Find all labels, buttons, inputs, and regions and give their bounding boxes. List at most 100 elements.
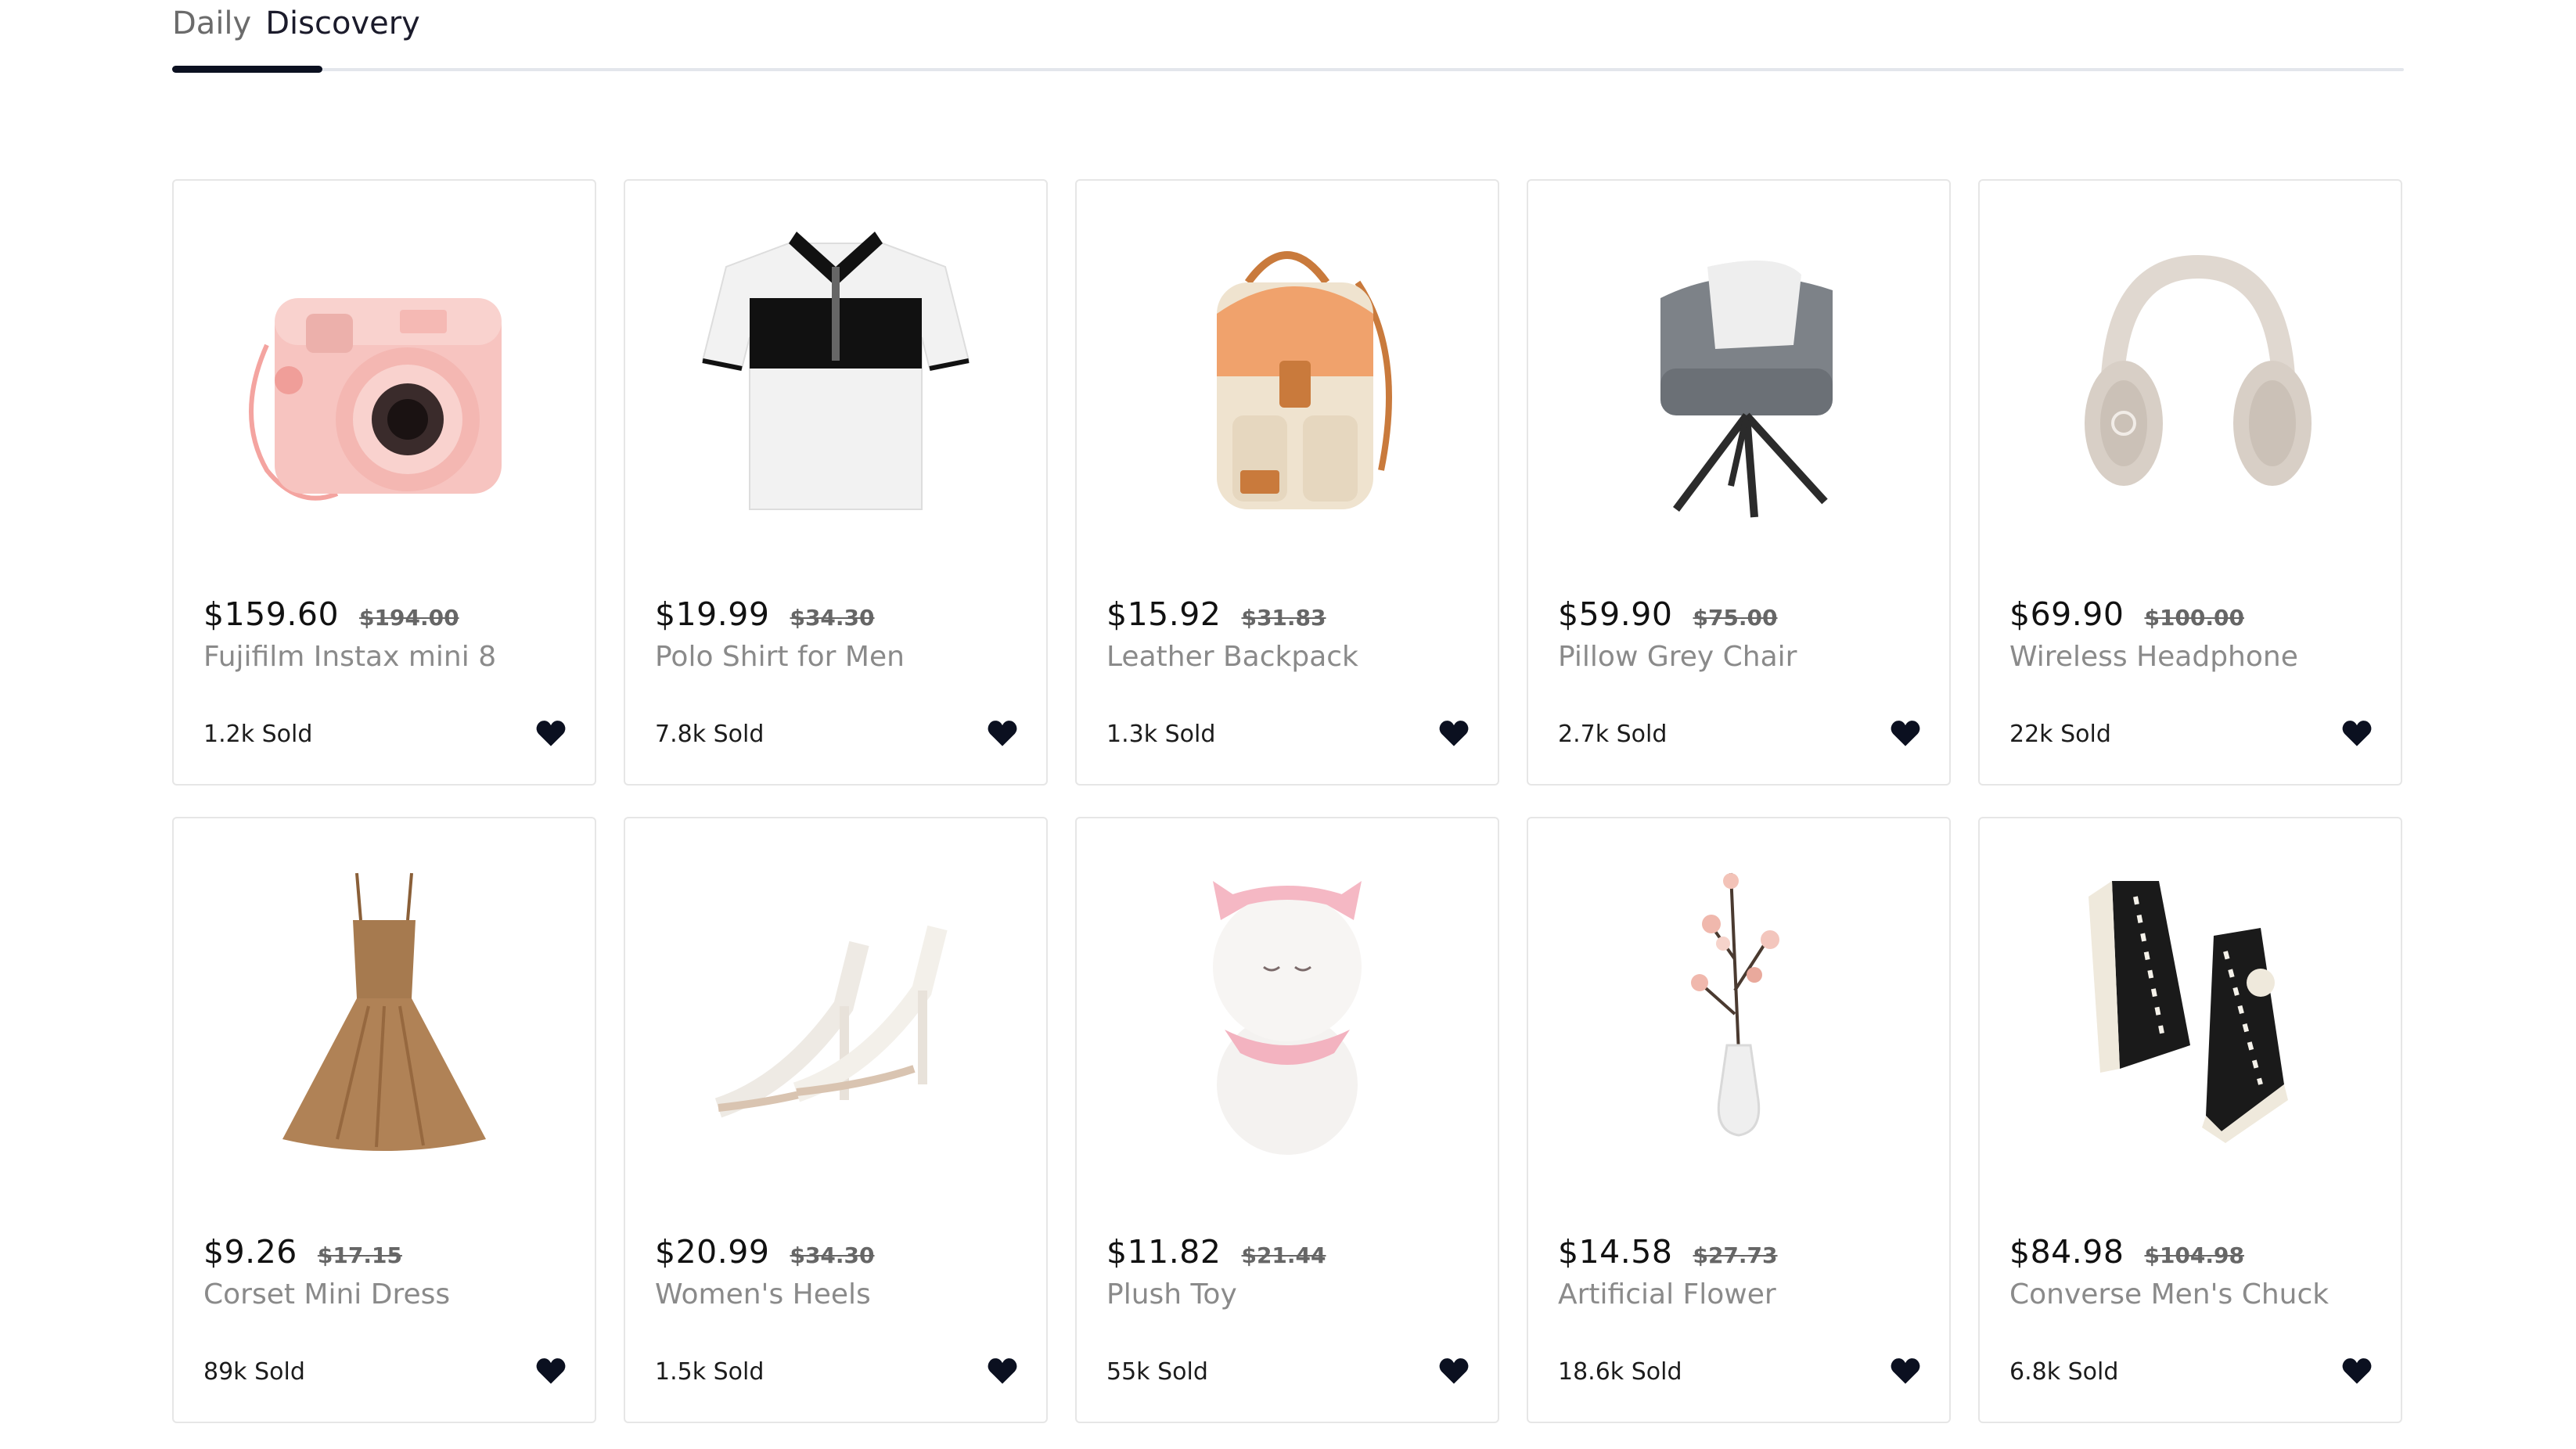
product-name[interactable]: Corset Mini Dress <box>203 1278 450 1311</box>
product-sold-count: 1.3k Sold <box>1106 721 1216 748</box>
product-price: $19.99 <box>655 595 770 633</box>
heart-icon <box>988 721 1017 746</box>
section-title-part1: Daily <box>172 5 252 41</box>
product-card[interactable]: $11.82 $21.44 Plush Toy 55k Sold <box>1075 817 1499 1423</box>
product-sold-count: 55k Sold <box>1106 1358 1208 1386</box>
price-row: $9.26 $17.15 <box>203 1233 402 1271</box>
product-price: $69.90 <box>2009 595 2124 633</box>
section-title-part2: Discovery <box>265 5 420 41</box>
product-sold-count: 6.8k Sold <box>2009 1358 2119 1386</box>
product-grid: $159.60 $194.00 Fujifilm Instax mini 8 1… <box>172 179 2404 1423</box>
product-old-price: $27.73 <box>1693 1242 1778 1268</box>
product-card[interactable]: $19.99 $34.30 Polo Shirt for Men 7.8k So… <box>624 179 1048 786</box>
product-name[interactable]: Fujifilm Instax mini 8 <box>203 641 496 673</box>
polo-shirt-image <box>701 232 970 510</box>
product-name[interactable]: Women's Heels <box>655 1278 871 1311</box>
product-price: $9.26 <box>203 1233 297 1271</box>
product-price: $20.99 <box>655 1233 770 1271</box>
product-old-price: $17.15 <box>317 1242 402 1268</box>
product-name[interactable]: Artificial Flower <box>1558 1278 1776 1311</box>
product-price: $14.58 <box>1558 1233 1673 1271</box>
section-underline-track <box>172 68 2404 71</box>
product-image[interactable] <box>1077 212 1498 525</box>
product-name[interactable]: Polo Shirt for Men <box>655 641 905 673</box>
product-sold-count: 18.6k Sold <box>1558 1358 1682 1386</box>
product-sold-count: 22k Sold <box>2009 721 2111 748</box>
flower-vase-image <box>1691 872 1779 1137</box>
price-row: $159.60 $194.00 <box>203 595 459 633</box>
heels-image <box>714 925 948 1118</box>
heart-icon <box>1891 1358 1920 1384</box>
product-old-price: $34.30 <box>790 1242 875 1268</box>
product-image[interactable] <box>1528 212 1949 525</box>
product-image[interactable] <box>174 212 595 525</box>
headphone-image <box>2085 254 2312 486</box>
product-sold-count: 1.2k Sold <box>203 721 313 748</box>
price-row: $19.99 $34.30 <box>655 595 875 633</box>
product-price: $84.98 <box>2009 1233 2124 1271</box>
product-price: $159.60 <box>203 595 340 633</box>
product-card[interactable]: $59.90 $75.00 Pillow Grey Chair 2.7k Sol… <box>1527 179 1951 786</box>
favorite-heart-button[interactable] <box>1438 717 1470 749</box>
product-card[interactable]: $14.58 $27.73 Artificial Flower 18.6k So… <box>1527 817 1951 1423</box>
product-image[interactable] <box>174 850 595 1163</box>
product-price: $15.92 <box>1106 595 1221 633</box>
dress-image <box>282 872 486 1151</box>
product-name[interactable]: Leather Backpack <box>1106 641 1358 673</box>
product-name[interactable]: Plush Toy <box>1106 1278 1237 1311</box>
product-image[interactable] <box>1077 850 1498 1163</box>
price-row: $59.90 $75.00 <box>1558 595 1778 633</box>
price-row: $84.98 $104.98 <box>2009 1233 2244 1271</box>
section-title: Daily Discovery <box>172 0 420 47</box>
chair-image <box>1660 261 1833 518</box>
product-name[interactable]: Wireless Headphone <box>2009 641 2298 673</box>
product-name[interactable]: Pillow Grey Chair <box>1558 641 1797 673</box>
favorite-heart-button[interactable] <box>1438 1355 1470 1386</box>
favorite-heart-button[interactable] <box>987 717 1018 749</box>
product-image[interactable] <box>1980 212 2401 525</box>
price-row: $69.90 $100.00 <box>2009 595 2244 633</box>
favorite-heart-button[interactable] <box>2341 1355 2373 1386</box>
product-price: $11.82 <box>1106 1233 1221 1271</box>
favorite-heart-button[interactable] <box>1890 1355 1921 1386</box>
product-sold-count: 89k Sold <box>203 1358 305 1386</box>
favorite-heart-button[interactable] <box>535 717 567 749</box>
heart-icon <box>1439 1358 1469 1384</box>
price-row: $15.92 $31.83 <box>1106 595 1326 633</box>
product-card[interactable]: $159.60 $194.00 Fujifilm Instax mini 8 1… <box>172 179 596 786</box>
product-sold-count: 2.7k Sold <box>1558 721 1668 748</box>
heart-icon <box>2342 721 2372 746</box>
product-old-price: $75.00 <box>1693 605 1778 631</box>
product-old-price: $21.44 <box>1241 1242 1326 1268</box>
price-row: $14.58 $27.73 <box>1558 1233 1778 1271</box>
product-price: $59.90 <box>1558 595 1673 633</box>
product-card[interactable]: $15.92 $31.83 Leather Backpack 1.3k Sold <box>1075 179 1499 786</box>
product-old-price: $194.00 <box>359 605 459 631</box>
heart-icon <box>988 1358 1017 1384</box>
product-image[interactable] <box>1528 850 1949 1163</box>
product-old-price: $100.00 <box>2144 605 2244 631</box>
product-image[interactable] <box>625 850 1046 1163</box>
product-card[interactable]: $20.99 $34.30 Women's Heels 1.5k Sold <box>624 817 1048 1423</box>
heart-icon <box>1891 721 1920 746</box>
heart-icon <box>2342 1358 2372 1384</box>
plush-toy-image <box>1213 881 1362 1155</box>
favorite-heart-button[interactable] <box>535 1355 567 1386</box>
product-sold-count: 1.5k Sold <box>655 1358 765 1386</box>
favorite-heart-button[interactable] <box>2341 717 2373 749</box>
product-old-price: $31.83 <box>1241 605 1326 631</box>
favorite-heart-button[interactable] <box>1890 717 1921 749</box>
backpack-image <box>1217 251 1392 509</box>
product-sold-count: 7.8k Sold <box>655 721 765 748</box>
price-row: $11.82 $21.44 <box>1106 1233 1326 1271</box>
product-card[interactable]: $9.26 $17.15 Corset Mini Dress 89k Sold <box>172 817 596 1423</box>
product-old-price: $34.30 <box>790 605 875 631</box>
product-name[interactable]: Converse Men's Chuck <box>2009 1278 2329 1311</box>
product-old-price: $104.98 <box>2144 1242 2244 1268</box>
product-card[interactable]: $69.90 $100.00 Wireless Headphone 22k So… <box>1978 179 2402 786</box>
product-image[interactable] <box>625 212 1046 525</box>
sneakers-image <box>2089 881 2288 1143</box>
product-card[interactable]: $84.98 $104.98 Converse Men's Chuck 6.8k… <box>1978 817 2402 1423</box>
favorite-heart-button[interactable] <box>987 1355 1018 1386</box>
product-image[interactable] <box>1980 850 2401 1163</box>
